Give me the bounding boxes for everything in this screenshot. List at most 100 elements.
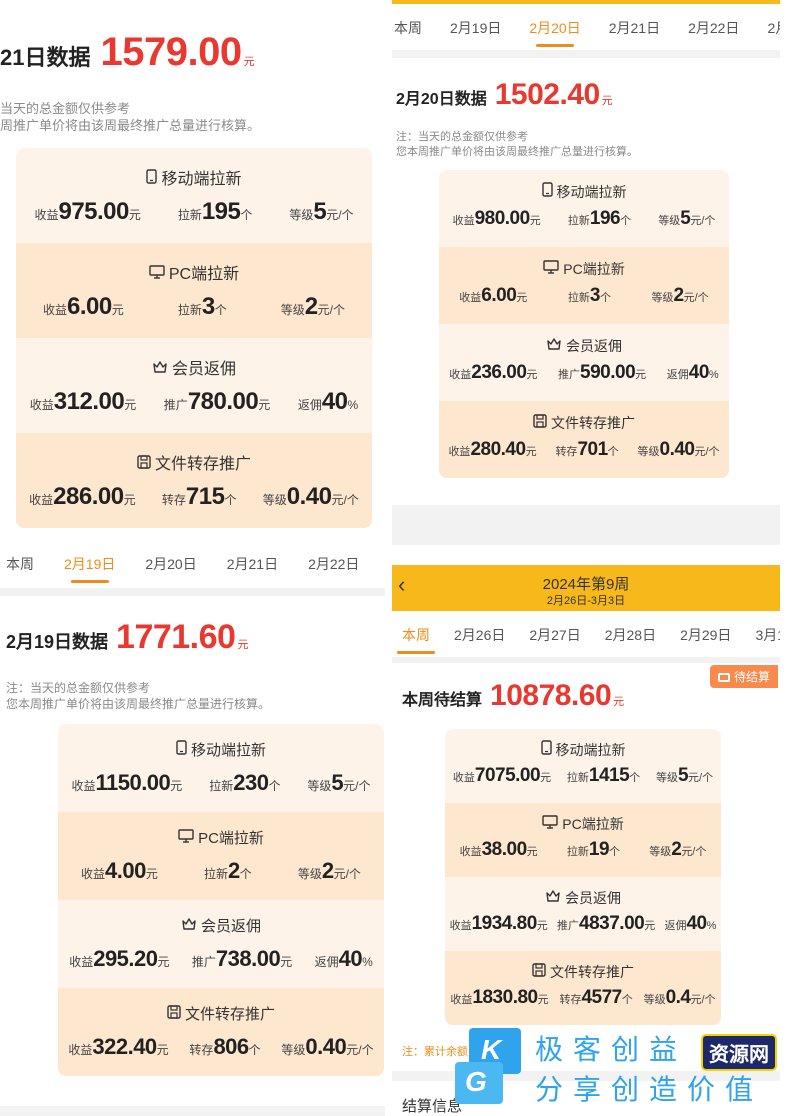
stat-value: 590.00 [580,362,636,383]
stat-unit: 元 [145,867,158,881]
stat-value: 701 [577,439,608,460]
stat-item: 拉新 19 个 [567,839,620,861]
stat-section: PC端拉新 收益 6.00 元 拉新 3 个 等级 2 元/个 [16,243,372,338]
stat-unit: 元 [536,920,548,932]
stat-label: 等级 [280,303,305,317]
section-stats: 收益 6.00 元 拉新 3 个 等级 2 元/个 [16,293,372,321]
section-title-text: 会员返佣 [200,918,261,935]
save-icon [533,414,547,431]
date-tab[interactable]: 2月27日 [529,625,580,645]
stat-section: 会员返佣 收益 236.00 元推广 590.00 元返佣 40% [439,324,729,401]
section-stats: 收益 312.00 元推广 780.00 元返佣 40% [16,388,372,416]
stat-value: 19 [588,839,610,860]
stat-label: 返佣 [666,369,689,381]
note-line-2: 您本周推广单价将由该周最终推广总量进行核算。 [396,146,638,158]
stat-label: 拉新 [567,215,590,227]
date-tab[interactable]: 2月 [767,18,780,38]
watermark-line-2: 分享创造价值 [535,1074,764,1105]
separator-bar [392,50,780,58]
stat-value: 40 [321,388,348,415]
date-tab[interactable]: 2月22日 [688,18,739,38]
date-tab[interactable]: 2月19日 [64,554,115,574]
stat-value: 738.00 [215,946,281,971]
stat-label: 等级 [649,846,672,858]
stat-value: 40 [688,362,710,383]
stat-item: 收益 1830.80 元 [450,987,548,1009]
monitor-icon [542,815,558,832]
badge-label: 待结算 [733,670,770,684]
amount-unit: 元 [243,56,255,68]
stat-item: 等级 2 元/个 [652,285,709,307]
stat-label: 收益 [43,303,68,317]
date-tab[interactable]: 本周 [6,554,34,574]
stat-item: 收益 975.00 元 [34,198,140,226]
stat-label: 等级 [297,867,322,881]
section-title-text: 移动端拉新 [190,742,266,759]
stat-item: 等级 0.40 元/个 [263,483,359,511]
watermark-logo: K G [455,1028,527,1104]
stat-item: 收益 1150.00 元 [71,770,182,796]
stat-unit: 元/个 [694,446,720,458]
stat-label: 收益 [459,292,482,304]
stat-unit: 个 [268,779,281,793]
day-heading: 21日数据 1579.00 元 [0,30,255,75]
amount-unit: 元 [613,696,625,708]
stat-unit: 元/个 [688,772,714,784]
section-title: PC端拉新 [445,814,721,834]
stat-value: 7075.00 [474,765,541,786]
date-tab[interactable]: 2月28日 [605,625,656,645]
phone-icon [176,740,187,759]
stat-item: 收益 1934.80 元 [450,913,548,935]
stat-value: 5 [680,208,691,229]
stat-item: 等级 5 元/个 [656,765,713,787]
stat-label: 拉新 [567,292,590,304]
stat-item: 推广 738.00 元 [192,946,292,972]
stat-value: 195 [201,198,241,225]
stat-label: 转存 [559,994,582,1006]
stat-value: 4837.00 [579,913,645,934]
stat-item: 转存 806 个 [189,1034,260,1060]
date-tab[interactable]: 2月26日 [454,625,505,645]
save-icon [532,963,546,980]
section-title: 文件转存推广 [16,450,372,474]
section-stats: 收益 980.00 元 拉新 196 个 等级 5 元/个 [439,208,729,230]
stat-section: 移动端拉新 收益 980.00 元 拉新 196 个 等级 5 元/个 [439,170,729,247]
section-title: 文件转存推广 [58,1003,384,1024]
date-tab[interactable]: 2月22日 [308,554,359,574]
stat-section: 文件转存推广 收益 1830.80 元转存 4577 个等级 0.4 元/个 [445,951,721,1025]
stat-item: 等级 2 元/个 [649,839,706,861]
stat-item: 等级 2 元/个 [281,293,345,321]
date-tabs: 本周 2月19日 2月20日 2月21日 2月22日 [0,554,385,574]
stat-unit: 元 [157,955,170,969]
stat-item: 拉新 230 个 [209,770,280,796]
stat-label: 推广 [557,920,580,932]
stat-unit: 个 [239,867,252,881]
stat-section: 会员返佣 收益 295.20 元推广 738.00 元返佣 40% [58,900,384,988]
date-tab[interactable]: 2月29日 [680,625,731,645]
date-tab[interactable]: 本周 [394,18,422,38]
stat-unit: % [708,369,719,381]
section-stats: 收益 975.00 元 拉新 195 个 等级 5 元/个 [16,198,372,226]
stat-value: 2 [321,858,334,883]
stat-value: 1150.00 [95,770,171,795]
monitor-icon [178,829,194,847]
date-tab[interactable]: 本周 [402,625,430,645]
stat-value: 3 [201,293,215,320]
stat-value: 980.00 [474,208,531,229]
date-tab[interactable]: 2月20日 [529,18,580,38]
stat-unit: 元 [525,446,537,458]
stat-label: 收益 [449,369,472,381]
stat-label: 收益 [450,994,473,1006]
stat-item: 收益 322.40 元 [68,1034,168,1060]
section-title: 移动端拉新 [58,739,384,760]
date-tab[interactable]: 2月21日 [227,554,278,574]
stat-unit: 个 [607,446,619,458]
date-tab[interactable]: 3月1 [755,625,780,645]
section-title-text: 移动端拉新 [161,171,242,188]
date-tab[interactable]: 2月20日 [145,554,196,574]
date-tab[interactable]: 2月21日 [609,18,660,38]
date-tab[interactable]: 2月19日 [450,18,501,38]
separator-bar [392,657,780,663]
stat-label: 拉新 [177,208,202,222]
disclaimer-note: 当天的总金额仅供参考 周推广单价将由该周最终推广总量进行核算。 [0,100,260,134]
